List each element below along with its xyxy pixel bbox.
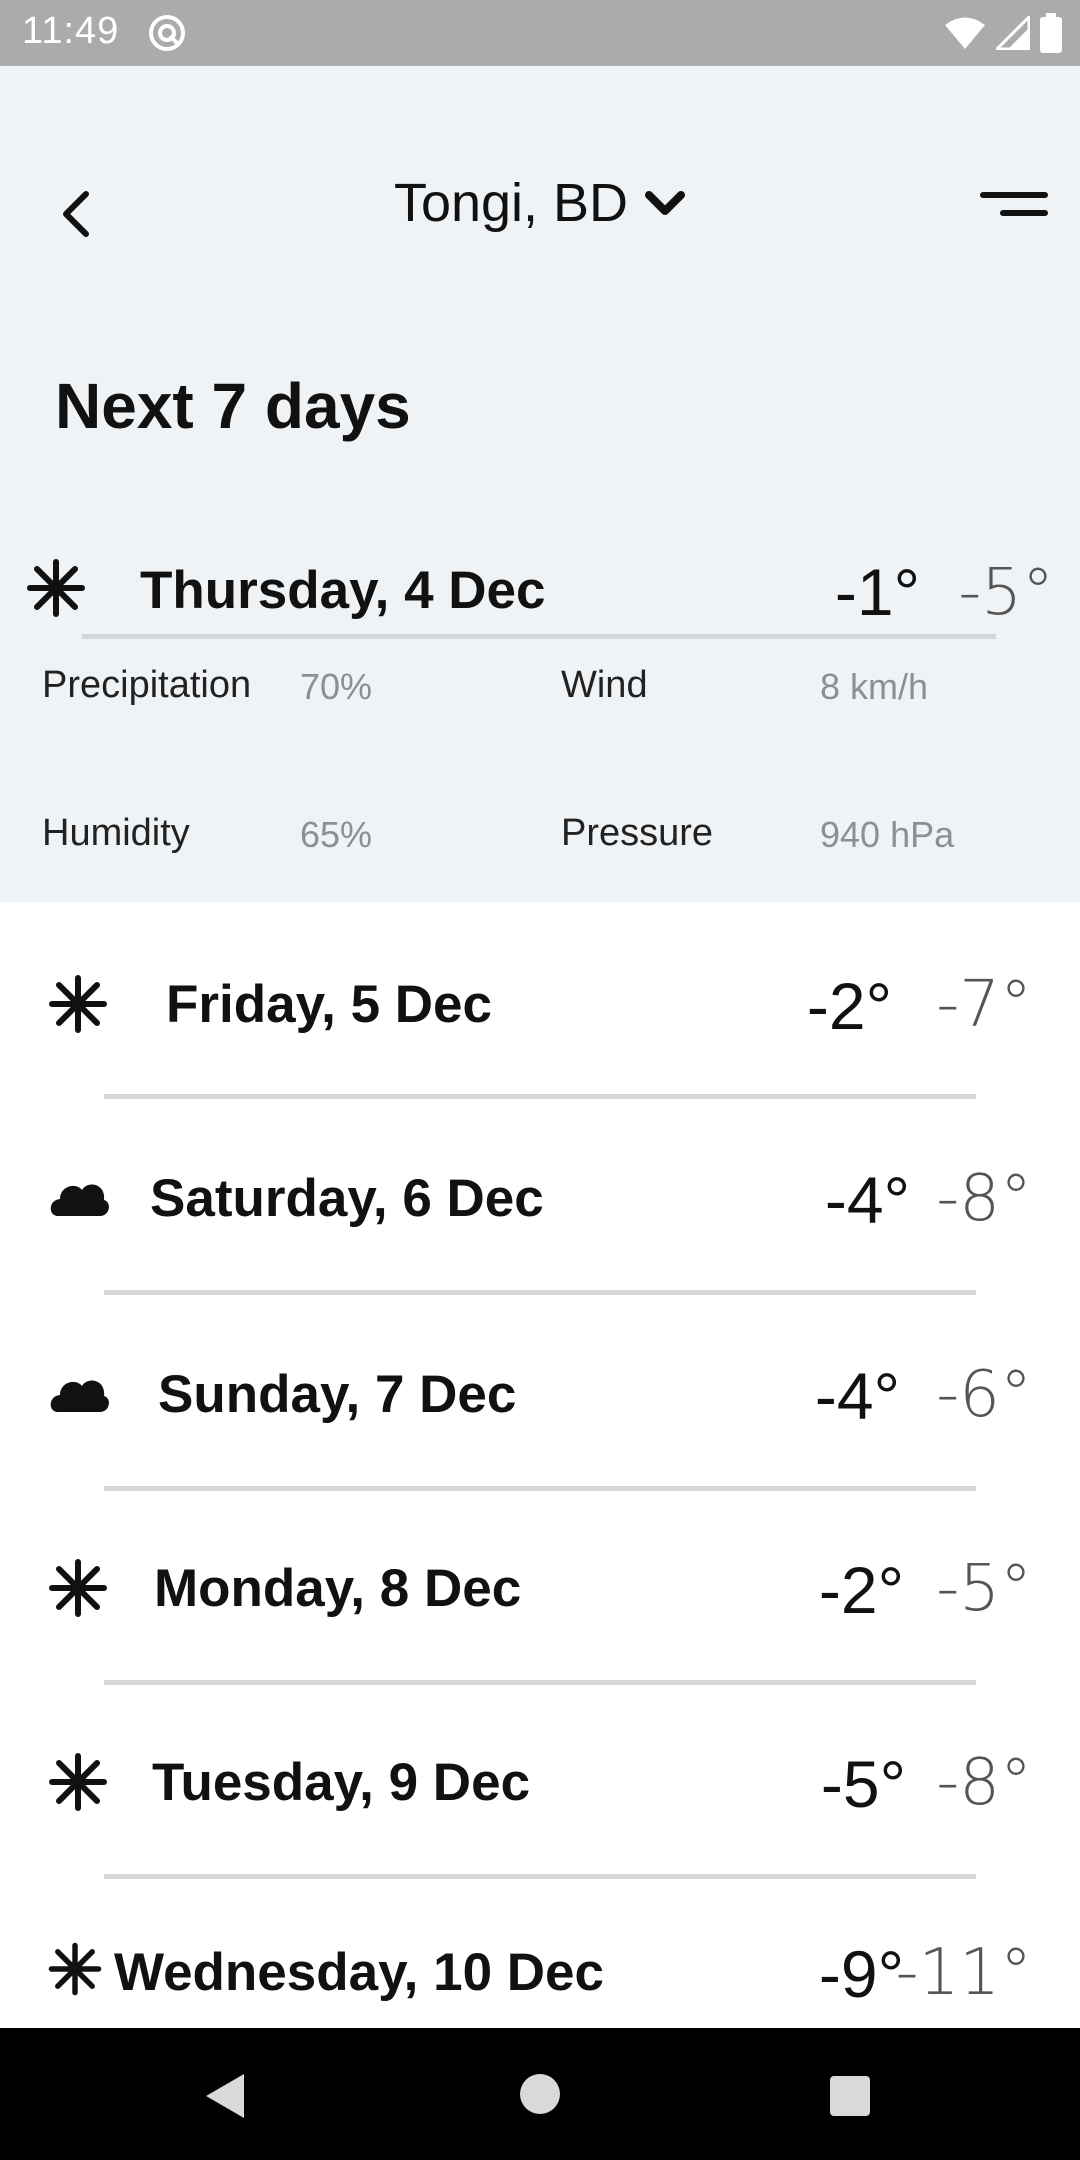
day-label: Thursday, 4 Dec xyxy=(140,561,546,620)
signal-icon xyxy=(996,16,1030,50)
high-temp: -2° xyxy=(806,969,892,1043)
selected-day-row[interactable]: Thursday, 4 Dec -1° -5° xyxy=(0,496,1080,686)
day-row[interactable]: Monday, 8 Dec -2° -5° xyxy=(0,1490,1080,1680)
divider xyxy=(82,634,996,639)
wifi-icon xyxy=(945,17,985,49)
battery-icon xyxy=(1040,13,1062,53)
nav-recents-icon[interactable] xyxy=(828,2074,872,2118)
pressure-value: 940 hPa xyxy=(820,814,955,855)
low-temp: -6° xyxy=(936,1358,1032,1432)
location-selector[interactable]: Tongi, BD xyxy=(0,172,1080,234)
day-row[interactable]: Saturday, 6 Dec -4° -8° xyxy=(0,1098,1080,1288)
day-label: Friday, 5 Dec xyxy=(166,975,492,1034)
wind-label: Wind xyxy=(561,664,648,706)
day-label: Tuesday, 9 Dec xyxy=(152,1753,531,1812)
nav-home-icon[interactable] xyxy=(518,2072,562,2116)
day-label: Saturday, 6 Dec xyxy=(150,1169,544,1228)
selected-day-panel: Tongi, BD Next 7 days Thursday, 4 Dec -1… xyxy=(0,66,1080,902)
humidity-value: 65% xyxy=(300,814,373,855)
pressure-label: Pressure xyxy=(561,812,714,854)
wind-value: 8 km/h xyxy=(820,666,929,707)
nav-back-icon[interactable] xyxy=(200,2070,250,2122)
high-temp: -5° xyxy=(820,1747,906,1821)
high-temp: -1° xyxy=(834,555,920,629)
low-temp: -7° xyxy=(936,968,1032,1042)
snowflake-icon xyxy=(49,1753,107,1811)
humidity-label: Humidity xyxy=(42,812,190,854)
precipitation-value: 70% xyxy=(300,666,373,707)
chevron-down-icon xyxy=(645,191,686,215)
precipitation-label: Precipitation xyxy=(42,664,252,706)
cloud-icon xyxy=(50,1184,109,1216)
day-row[interactable]: Tuesday, 9 Dec -5° -8° xyxy=(0,1684,1080,1874)
high-temp: -2° xyxy=(818,1553,904,1627)
day-label: Wednesday, 10 Dec xyxy=(114,1943,604,2002)
location-name: Tongi, BD xyxy=(393,173,629,233)
day-label: Monday, 8 Dec xyxy=(154,1559,522,1618)
low-temp: -11° xyxy=(895,1936,1032,2010)
system-navigation-bar xyxy=(0,2028,1080,2160)
high-temp: -4° xyxy=(824,1163,910,1237)
snowflake-icon xyxy=(27,559,85,617)
low-temp: -8° xyxy=(936,1162,1032,1236)
snowflake-icon xyxy=(49,975,107,1033)
status-bar: 11:49 xyxy=(0,0,1080,66)
low-temp: -8° xyxy=(936,1746,1032,1820)
day-row[interactable]: Wednesday, 10 Dec -9° -11° xyxy=(0,1878,1080,2028)
snowflake-icon xyxy=(49,1559,107,1617)
low-temp: -5° xyxy=(936,1552,1032,1626)
status-time: 11:49 xyxy=(22,10,120,52)
menu-button[interactable] xyxy=(972,184,1052,234)
low-temp: -5° xyxy=(958,556,1054,630)
day-label: Sunday, 7 Dec xyxy=(158,1365,517,1424)
snowflake-icon xyxy=(48,1942,102,1996)
day-row[interactable]: Friday, 5 Dec -2° -7° xyxy=(0,902,1080,1092)
high-temp: -9° xyxy=(818,1937,904,2011)
app-notification-icon xyxy=(149,15,185,51)
day-row[interactable]: Sunday, 7 Dec -4° -6° xyxy=(0,1294,1080,1484)
page-title: Next 7 days xyxy=(55,370,411,442)
cloud-icon xyxy=(50,1380,109,1412)
high-temp: -4° xyxy=(814,1359,900,1433)
